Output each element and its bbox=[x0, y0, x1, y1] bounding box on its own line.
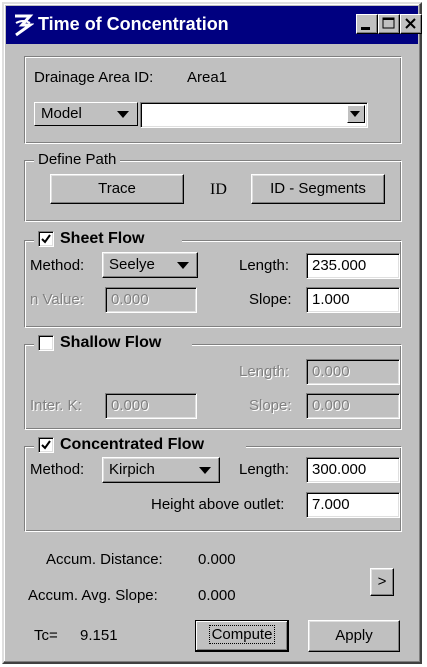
compute-button[interactable]: Compute bbox=[195, 620, 289, 652]
chevron-down-icon bbox=[117, 111, 129, 118]
model-select[interactable] bbox=[140, 102, 368, 128]
model-select-arrow[interactable] bbox=[347, 105, 365, 123]
id-segments-button[interactable]: ID - Segments bbox=[251, 174, 385, 204]
concentrated-flow-checkbox[interactable] bbox=[38, 437, 54, 453]
accum-distance-label: Accum. Distance: bbox=[46, 551, 163, 568]
inter-k-label: Inter. K: bbox=[30, 397, 82, 414]
concentrated-flow-legend: Concentrated Flow bbox=[34, 436, 246, 456]
id-segments-button-label: ID - Segments bbox=[270, 180, 366, 197]
sheet-slope-value: 1.000 bbox=[312, 291, 350, 308]
drainage-app-icon bbox=[15, 14, 34, 37]
drainage-area-id-value: Area1 bbox=[187, 69, 228, 86]
maximize-icon[interactable] bbox=[378, 14, 400, 34]
compute-button-label: Compute bbox=[208, 625, 276, 644]
source-dropdown-value: Model bbox=[41, 105, 82, 122]
accum-distance-value: 0.000 bbox=[198, 551, 236, 568]
sheet-length-label: Length: bbox=[239, 257, 290, 274]
shallow-flow-checkbox[interactable] bbox=[38, 335, 54, 351]
more-button-label: > bbox=[377, 573, 387, 590]
sheet-flow-legend: Sheet Flow bbox=[34, 230, 182, 250]
sheet-flow-title: Sheet Flow bbox=[60, 230, 145, 247]
checkmark-icon bbox=[41, 234, 51, 244]
concentrated-flow-title: Concentrated Flow bbox=[60, 436, 205, 453]
shallow-slope-label: Slope: bbox=[249, 397, 292, 414]
height-above-outlet-label: Height above outlet: bbox=[151, 496, 285, 513]
n-value-label: n Value: bbox=[30, 291, 84, 308]
shallow-slope-field: 0.000 bbox=[306, 393, 400, 419]
concentrated-length-value: 300.000 bbox=[312, 461, 367, 478]
height-above-outlet-value: 7.000 bbox=[312, 496, 350, 513]
inter-k-value: 0.000 bbox=[111, 397, 149, 414]
shallow-length-label: Length: bbox=[239, 363, 290, 380]
shallow-length-value: 0.000 bbox=[312, 363, 350, 380]
accum-avg-slope-value: 0.000 bbox=[198, 587, 236, 604]
inter-k-field: 0.000 bbox=[105, 393, 197, 419]
sheet-slope-field[interactable]: 1.000 bbox=[306, 287, 400, 313]
chevron-down-icon bbox=[177, 262, 189, 269]
sheet-length-field[interactable]: 235.000 bbox=[306, 253, 400, 279]
shallow-flow-legend: Shallow Flow bbox=[34, 334, 192, 354]
drainage-area-id-label: Drainage Area ID: bbox=[34, 69, 154, 86]
sheet-length-value: 235.000 bbox=[312, 257, 367, 274]
n-value-field: 0.000 bbox=[105, 287, 197, 313]
sheet-method-dropdown[interactable]: Seelye bbox=[102, 252, 198, 278]
close-icon[interactable] bbox=[400, 14, 422, 34]
n-value-value: 0.000 bbox=[111, 291, 149, 308]
concentrated-method-value: Kirpich bbox=[109, 461, 155, 478]
minimize-icon[interactable] bbox=[356, 14, 378, 34]
concentrated-length-field[interactable]: 300.000 bbox=[306, 457, 400, 483]
shallow-length-field: 0.000 bbox=[306, 359, 400, 385]
height-above-outlet-field[interactable]: 7.000 bbox=[306, 492, 400, 518]
sheet-slope-label: Slope: bbox=[249, 291, 292, 308]
concentrated-method-label: Method: bbox=[30, 461, 85, 478]
trace-button[interactable]: Trace bbox=[50, 174, 184, 204]
shallow-flow-title: Shallow Flow bbox=[60, 334, 162, 351]
concentrated-method-dropdown[interactable]: Kirpich bbox=[102, 457, 220, 483]
chevron-down-icon bbox=[350, 111, 360, 117]
sheet-method-value: Seelye bbox=[109, 256, 155, 273]
trace-button-label: Trace bbox=[98, 180, 136, 197]
tc-value: 9.151 bbox=[80, 627, 118, 644]
apply-button[interactable]: Apply bbox=[308, 620, 400, 652]
checkmark-icon bbox=[41, 440, 51, 450]
sheet-method-label: Method: bbox=[30, 257, 85, 274]
id-pick-icon[interactable]: ID bbox=[210, 180, 227, 200]
accum-avg-slope-label: Accum. Avg. Slope: bbox=[28, 587, 158, 604]
chevron-down-icon bbox=[199, 467, 211, 474]
sheet-flow-checkbox[interactable] bbox=[38, 231, 54, 247]
concentrated-length-label: Length: bbox=[239, 461, 290, 478]
apply-button-label: Apply bbox=[335, 627, 373, 644]
time-of-concentration-dialog: Time of Concentration Drainage Area ID: … bbox=[2, 2, 422, 664]
more-button[interactable]: > bbox=[370, 568, 394, 596]
define-path-legend: Define Path bbox=[34, 151, 121, 169]
source-dropdown[interactable]: Model bbox=[34, 102, 138, 126]
tc-label: Tc= bbox=[34, 627, 58, 644]
window-title: Time of Concentration bbox=[38, 14, 229, 34]
title-bar[interactable]: Time of Concentration bbox=[6, 6, 422, 44]
shallow-slope-value: 0.000 bbox=[312, 397, 350, 414]
